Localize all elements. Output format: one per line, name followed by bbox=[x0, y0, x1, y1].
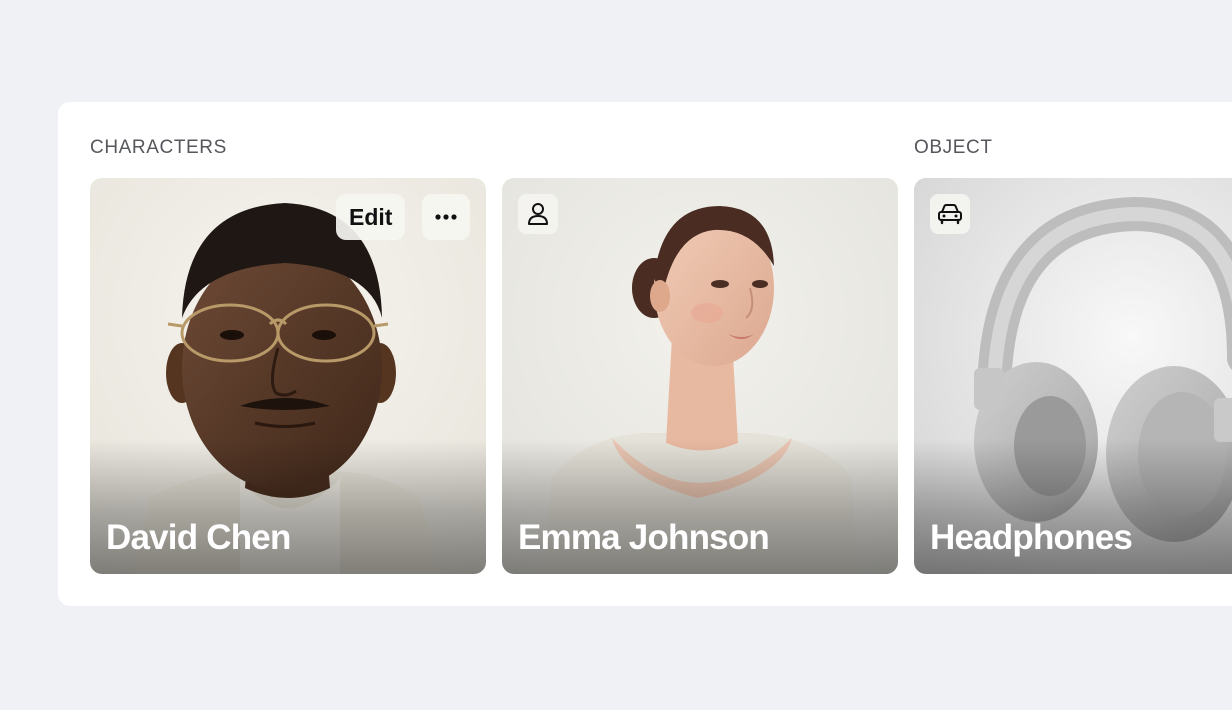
object-type-badge bbox=[930, 194, 970, 234]
app-root: CHARACTERS OBJECT David Chen Edit Emma J… bbox=[0, 0, 1232, 710]
more-options-button[interactable] bbox=[422, 194, 470, 240]
card-title-headphones: Headphones bbox=[930, 518, 1133, 557]
card-title-david-chen: David Chen bbox=[106, 518, 291, 557]
character-card-emma-johnson[interactable]: Emma Johnson bbox=[502, 178, 898, 574]
person-icon bbox=[528, 203, 548, 225]
character-type-badge bbox=[518, 194, 558, 234]
more-horizontal-icon bbox=[435, 214, 457, 220]
edit-button-label: Edit bbox=[349, 203, 393, 230]
character-card-david-chen[interactable]: David Chen Edit bbox=[90, 178, 486, 574]
edit-button[interactable]: Edit bbox=[336, 194, 406, 240]
section-label-characters: CHARACTERS bbox=[90, 137, 227, 158]
object-card-headphones[interactable]: Headphones bbox=[914, 178, 1232, 574]
section-label-object: OBJECT bbox=[914, 137, 993, 158]
car-icon bbox=[938, 204, 962, 225]
card-title-emma-johnson: Emma Johnson bbox=[518, 518, 770, 557]
